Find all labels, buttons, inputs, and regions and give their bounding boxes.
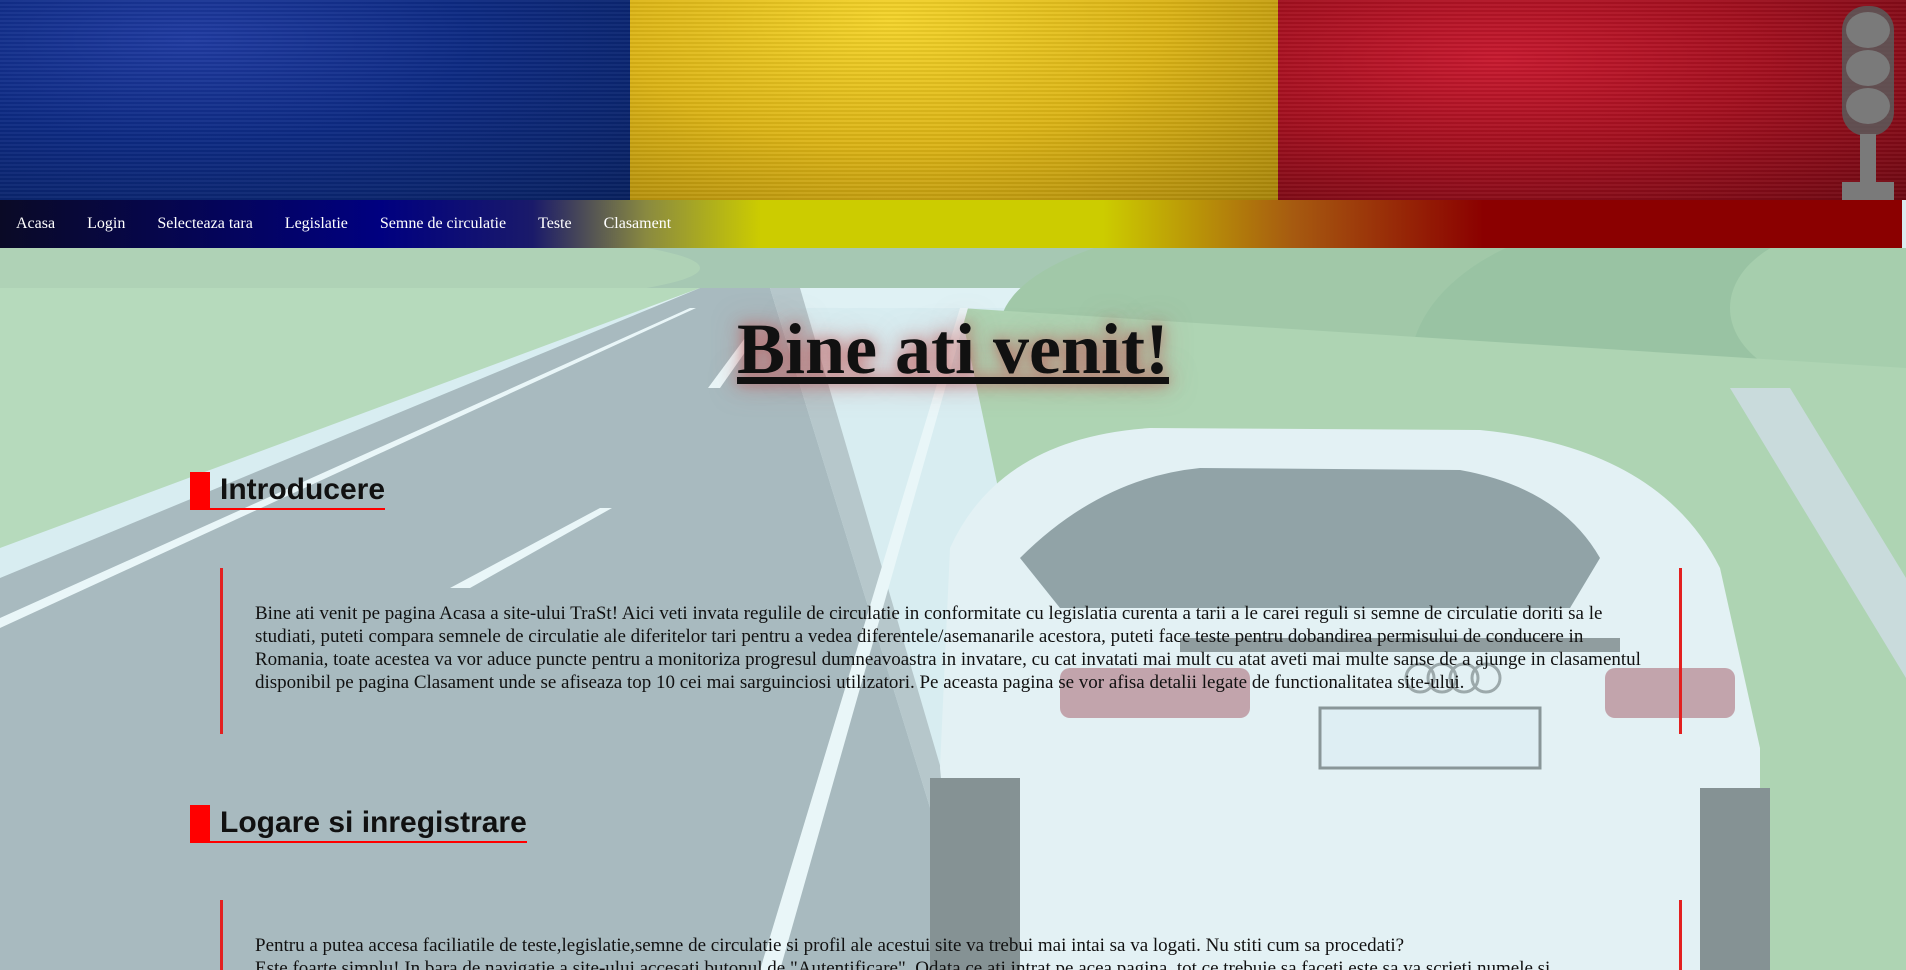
nav-item-legislatie[interactable]: Legislatie xyxy=(285,215,348,233)
flag-banner xyxy=(0,0,1906,200)
main-navbar: Acasa Login Selecteaza tara Legislatie S… xyxy=(0,200,1902,248)
nav-item-login[interactable]: Login xyxy=(87,215,125,233)
nav-item-teste[interactable]: Teste xyxy=(538,215,572,233)
section-text-logare-line-1: Pentru a putea accesa faciliatile de tes… xyxy=(255,935,1405,956)
nav-item-clasament[interactable]: Clasament xyxy=(604,215,672,233)
nav-item-selecteaza-tara[interactable]: Selecteaza tara xyxy=(157,215,252,233)
section-text-logare-line-2: Este foarte simplu! In bara de navigatie… xyxy=(255,958,1551,970)
main-content: Bine ati venit! Introducere Bine ati ven… xyxy=(0,248,1906,970)
traffic-light-icon xyxy=(1842,6,1894,200)
flag-stripe-blue xyxy=(0,0,632,200)
page-title: Bine ati venit! xyxy=(737,309,1169,389)
section-heading-logare: Logare si inregistrare xyxy=(190,805,527,843)
section-text-logare: Pentru a putea accesa faciliatile de tes… xyxy=(255,934,1641,970)
section-box-logare: Pentru a putea accesa faciliatile de tes… xyxy=(220,900,1682,970)
flag-stripe-red xyxy=(1278,0,1906,200)
flag-stripe-yellow xyxy=(630,0,1280,200)
nav-item-semne-de-circulatie[interactable]: Semne de circulatie xyxy=(380,215,506,233)
section-heading-introducere: Introducere xyxy=(190,472,386,510)
nav-item-acasa[interactable]: Acasa xyxy=(16,215,55,233)
section-box-introducere: Bine ati venit pe pagina Acasa a site-ul… xyxy=(220,568,1682,734)
section-text-introducere: Bine ati venit pe pagina Acasa a site-ul… xyxy=(255,603,1641,693)
